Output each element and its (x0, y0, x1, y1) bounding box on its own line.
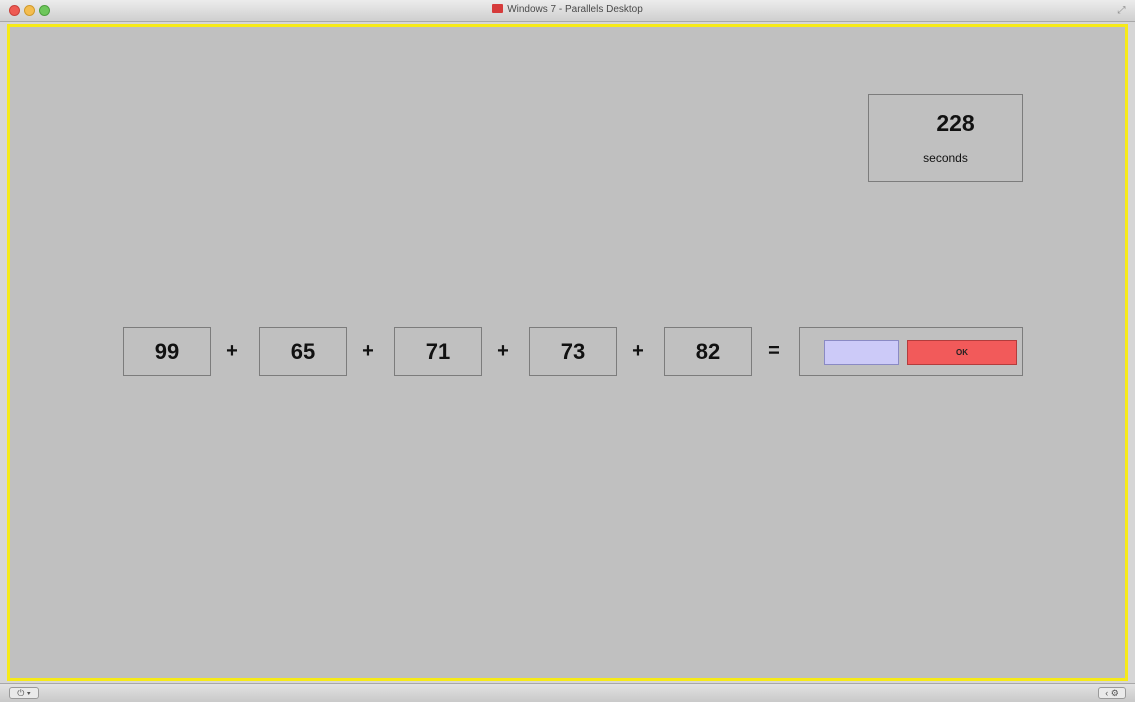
power-menu-icon[interactable]: ⏻ ▾ (9, 687, 39, 699)
plus-sign-3: + (497, 340, 509, 362)
plus-sign-2: + (362, 340, 374, 362)
timer-value: 228 (936, 110, 975, 136)
guest-screen: 228 seconds 99 + 65 + 71 + 73 + 82 = OK (7, 24, 1128, 681)
answer-input[interactable] (824, 340, 899, 365)
status-bar: ⏻ ▾ ‹ ⚙ (0, 683, 1135, 702)
window-title-area: Windows 7 - Parallels Desktop (0, 4, 1135, 15)
addend-box-1: 99 (123, 327, 211, 376)
plus-sign-4: + (632, 340, 644, 362)
timer-box: 228 seconds (868, 94, 1023, 182)
settings-icon[interactable]: ‹ ⚙ (1098, 687, 1126, 699)
fullscreen-icon[interactable]: ⤢ (1116, 5, 1127, 16)
answer-box: OK (799, 327, 1023, 376)
window-title: Windows 7 - Parallels Desktop (507, 4, 643, 15)
addend-box-2: 65 (259, 327, 347, 376)
ok-button[interactable]: OK (907, 340, 1017, 365)
addend-box-5: 82 (664, 327, 752, 376)
addend-box-3: 71 (394, 327, 482, 376)
plus-sign-1: + (226, 340, 238, 362)
equals-sign: = (768, 340, 780, 362)
addend-box-4: 73 (529, 327, 617, 376)
timer-unit: seconds (923, 151, 968, 165)
window-titlebar: Windows 7 - Parallels Desktop ⤢ (0, 0, 1135, 22)
parallels-app-icon (492, 4, 504, 13)
